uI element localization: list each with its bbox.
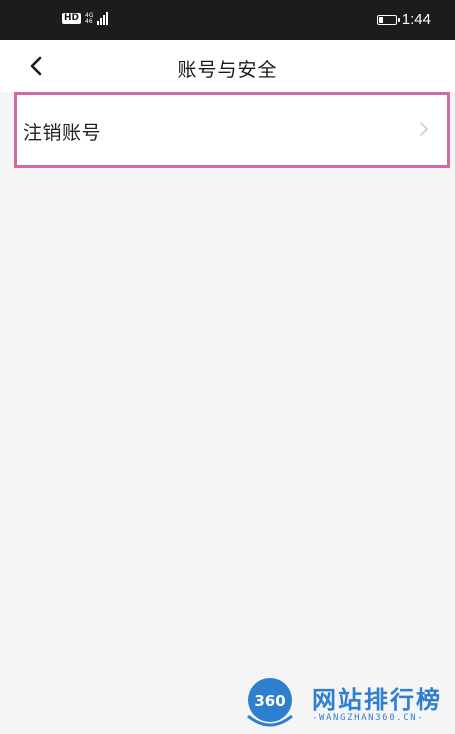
status-bar: HD 4G 46 1:44	[0, 0, 455, 40]
cancel-account-row[interactable]: 注销账号	[14, 92, 450, 168]
watermark-logo-text: 360	[254, 692, 285, 710]
network-type: 4G 46	[85, 12, 93, 25]
app-screen: HD 4G 46 1:44 账号与安全 注销账号 360 网站排行榜 -WANG…	[0, 0, 455, 734]
title-bar: 账号与安全	[0, 40, 455, 92]
status-time: 1:44	[401, 11, 431, 28]
network-type-bottom: 46	[85, 17, 93, 25]
signal-icon	[97, 12, 109, 25]
cancel-account-label: 注销账号	[23, 122, 102, 144]
watermark-subtitle: -WANGZHAN360.CN-	[312, 713, 425, 723]
battery-level	[378, 16, 383, 23]
status-indicators-right: 1:44	[376, 11, 431, 28]
hd-badge: HD	[62, 13, 82, 24]
site-watermark: 360 网站排行榜 -WANGZHAN360.CN-	[242, 672, 452, 732]
watermark-title: 网站排行榜	[312, 686, 442, 714]
page-title: 账号与安全	[177, 59, 278, 81]
watermark-logo-icon: 360	[247, 678, 293, 727]
chevron-right-icon	[420, 122, 428, 136]
battery-icon	[376, 14, 400, 25]
status-indicators-left: HD 4G 46	[62, 12, 109, 25]
